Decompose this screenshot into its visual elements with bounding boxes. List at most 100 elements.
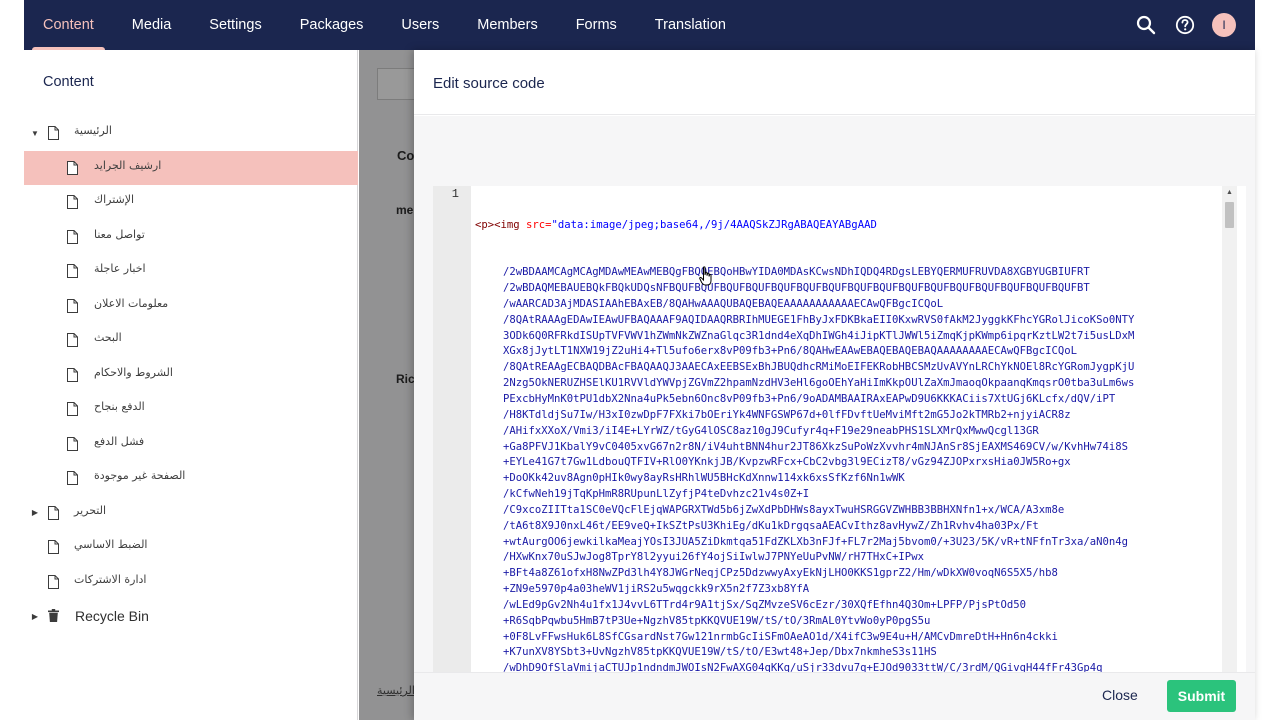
section-tabs: Content Media Settings Packages Users Me…	[24, 0, 745, 50]
tree-node[interactable]: الدفع بنجاح	[24, 392, 358, 427]
code-line: /H8KTdldjSu7Iw/H3xI0zwDpF7FXki7bOEriYk4W…	[503, 408, 1071, 421]
tree-node-label: ادارة الاشتركات	[74, 572, 147, 586]
scrollbar-thumb[interactable]	[1225, 202, 1234, 228]
tree-node[interactable]: البحث	[24, 323, 358, 358]
document-icon	[67, 333, 78, 347]
sidebar-title: Content	[43, 74, 94, 90]
code-string-token: "data:image/jpeg;base64,/9j/4AAQSkZJRgAB…	[551, 218, 877, 231]
collapsed-caret-icon[interactable]: ▶	[30, 508, 40, 517]
tree-node-label: الدفع بنجاح	[94, 400, 145, 413]
tab-forms[interactable]: Forms	[557, 0, 636, 50]
tab-packages[interactable]: Packages	[281, 0, 383, 50]
right-edge	[1256, 0, 1280, 720]
tree-node-label: البحث	[94, 331, 122, 344]
tree-node[interactable]: تواصل معنا	[24, 220, 358, 255]
dialog-header: Edit source code	[414, 50, 1255, 115]
code-line: +R6SqbPqwbu5HmB7tP3Ue+NgzhV85tpKKQVUE19W…	[503, 614, 931, 627]
tab-label: Members	[477, 17, 538, 33]
code-line: /wAARCAD3AjMDASIAAhEBAxEB/8QAHwAAAQUBAQE…	[503, 297, 944, 310]
code-line: <p><img src="data:image/jpeg;base64,/9j/…	[475, 218, 1220, 234]
help-icon	[1175, 15, 1195, 35]
expanded-caret-icon[interactable]: ▼	[30, 129, 40, 138]
top-tools: I	[1134, 0, 1236, 50]
document-icon	[67, 436, 78, 451]
code-text[interactable]: <p><img src="data:image/jpeg;base64,/9j/…	[475, 186, 1220, 705]
tree-node-label: تواصل معنا	[94, 227, 145, 241]
tab-settings[interactable]: Settings	[190, 0, 280, 50]
tree-node-label: فشل الدفع	[94, 434, 145, 448]
scroll-up-arrow-icon[interactable]: ▲	[1222, 186, 1237, 200]
document-icon	[48, 574, 59, 589]
tree-node-root[interactable]: ▼ الرئيسية	[24, 116, 358, 151]
line-number: 1	[451, 187, 459, 201]
tree-node-label: ارشيف الجرايد	[94, 158, 162, 172]
top-navigation-bar: Content Media Settings Packages Users Me…	[24, 0, 1255, 50]
tab-label: Media	[131, 17, 172, 33]
tree-node[interactable]: معلومات الاعلان	[24, 289, 358, 324]
code-line: /HXwKnx70uSJwJog8TprY8l2yyui26fY4ojSiIwl…	[503, 551, 924, 564]
code-line: /2wBDAAMCAgMCAgMDAwMEAwMEBQgFBQQEBQoHBwY…	[503, 266, 1090, 279]
user-avatar[interactable]: I	[1212, 13, 1236, 37]
document-icon	[67, 195, 78, 209]
background-breadcrumb: الرئيسية	[377, 684, 415, 697]
tree-node[interactable]: ادارة الاشتركات	[24, 565, 358, 600]
tree-node-label: معلومات الاعلان	[94, 296, 169, 310]
left-edge	[0, 0, 24, 720]
document-icon	[67, 402, 78, 416]
code-line: XGx8jJytLT1NXW19jZ2uHi4+Tl5ufo6erx8vP09f…	[503, 345, 1078, 358]
tree-node-label: Recycle Bin	[75, 608, 149, 624]
help-button[interactable]	[1173, 13, 1197, 37]
code-line: +wtAurgOO6jewkilkaMeajYOsI3JUA5ZiDkmtqa5…	[503, 535, 1129, 548]
code-line: +EYLe41G7t7Gw1LdbouQTFIV+RlO0YKnkjJB/Kvp…	[503, 456, 1071, 469]
document-icon	[67, 367, 78, 382]
code-line: +ZN9e5970p4a03heWV1jiRS2u5wqgckk9rX5n2f7…	[503, 583, 810, 596]
tree-node-recycle-bin[interactable]: ▶ Recycle Bin	[24, 599, 358, 634]
tree-node[interactable]: الشروط والاحكام	[24, 358, 358, 393]
tab-users[interactable]: Users	[382, 0, 458, 50]
code-line: /2wBDAQMEBAUEBQkFBQkUDQsNFBQUFBQUFBQUFBQ…	[503, 282, 1090, 295]
source-code-editor[interactable]: 1 <p><img src="data:image/jpeg;base64,/9…	[433, 186, 1246, 705]
code-line: /kCfwNeh19jTqKpHmR8RUpunLlZyfjP4teDvhzc2…	[503, 488, 810, 501]
document-icon	[48, 540, 59, 554]
tree-node-label: الشروط والاحكام	[94, 365, 173, 379]
code-line: /8QAtREAAgECBAQDBAcFBAQAAQJ3AAECAxEEBSEx…	[503, 361, 1135, 374]
tree-node[interactable]: ▶ التحرير	[24, 496, 358, 531]
editor-scrollbar[interactable]: ▲ ▼	[1222, 186, 1237, 705]
tab-label: Forms	[575, 17, 617, 33]
tree-node-label: الضبط الاساسي	[74, 538, 148, 551]
tree-node[interactable]: الصفحة غير موجودة	[24, 461, 358, 496]
close-button[interactable]: Close	[1102, 687, 1138, 703]
dialog-title: Edit source code	[433, 75, 545, 92]
collapsed-caret-icon[interactable]: ▶	[30, 612, 40, 621]
code-line: /C9xcoZIITta1SC0eVQcFlEjqWAPGRXTWd5b6jZw…	[503, 503, 1065, 516]
tab-label: Settings	[209, 17, 262, 33]
tree-node[interactable]: فشل الدفع	[24, 427, 358, 462]
tree-node-label: الرئيسية	[74, 124, 112, 137]
code-line: /AHifxXXoX/Vmi3/iI4E+LYrWZ/tGyG4lOSC8az1…	[503, 424, 1039, 437]
tree-node-selected[interactable]: ارشيف الجرايد	[24, 150, 358, 185]
tree-node-label: اخبار عاجلة	[94, 262, 146, 275]
document-icon	[48, 126, 59, 140]
document-icon	[67, 160, 78, 175]
tree-node-label: الصفحة غير موجودة	[94, 469, 186, 482]
submit-button[interactable]: Submit	[1167, 680, 1236, 712]
search-button[interactable]	[1134, 13, 1158, 37]
hand-pointer-cursor-icon	[699, 266, 712, 286]
tree-node[interactable]: الإشتراك	[24, 185, 358, 220]
code-line: 2Nzg5OkNERUZHSElKU1RVVldYWVpjZGVmZ2hpamN…	[503, 377, 1135, 390]
edit-source-code-dialog: Edit source code 1 <p><img src="data:ima…	[414, 50, 1255, 720]
tree-node[interactable]: الضبط الاساسي	[24, 530, 358, 565]
tab-translation[interactable]: Translation	[636, 0, 745, 50]
code-line: PExcbHyMnK0tPU1dbX2Nna4uPk5ebn6Onc8vP09f…	[503, 392, 1116, 405]
tab-label: Content	[43, 17, 94, 33]
line-number-gutter: 1	[433, 186, 471, 705]
tree-node-label: الإشتراك	[94, 193, 135, 206]
tab-label: Packages	[299, 17, 364, 33]
code-line: +K7unXV8YSbt3+UvNgzhV85tpKKQVUE19W/tS/tO…	[503, 646, 937, 659]
tree-node[interactable]: اخبار عاجلة	[24, 254, 358, 289]
tab-media[interactable]: Media	[113, 0, 191, 50]
code-line: +Ga8PFVJ1KbalY9vC0405xvG67n2r8N/iV4uhtBN…	[503, 440, 1129, 453]
tab-content[interactable]: Content	[24, 0, 113, 50]
tab-label: Users	[401, 17, 440, 33]
tab-members[interactable]: Members	[458, 0, 556, 50]
